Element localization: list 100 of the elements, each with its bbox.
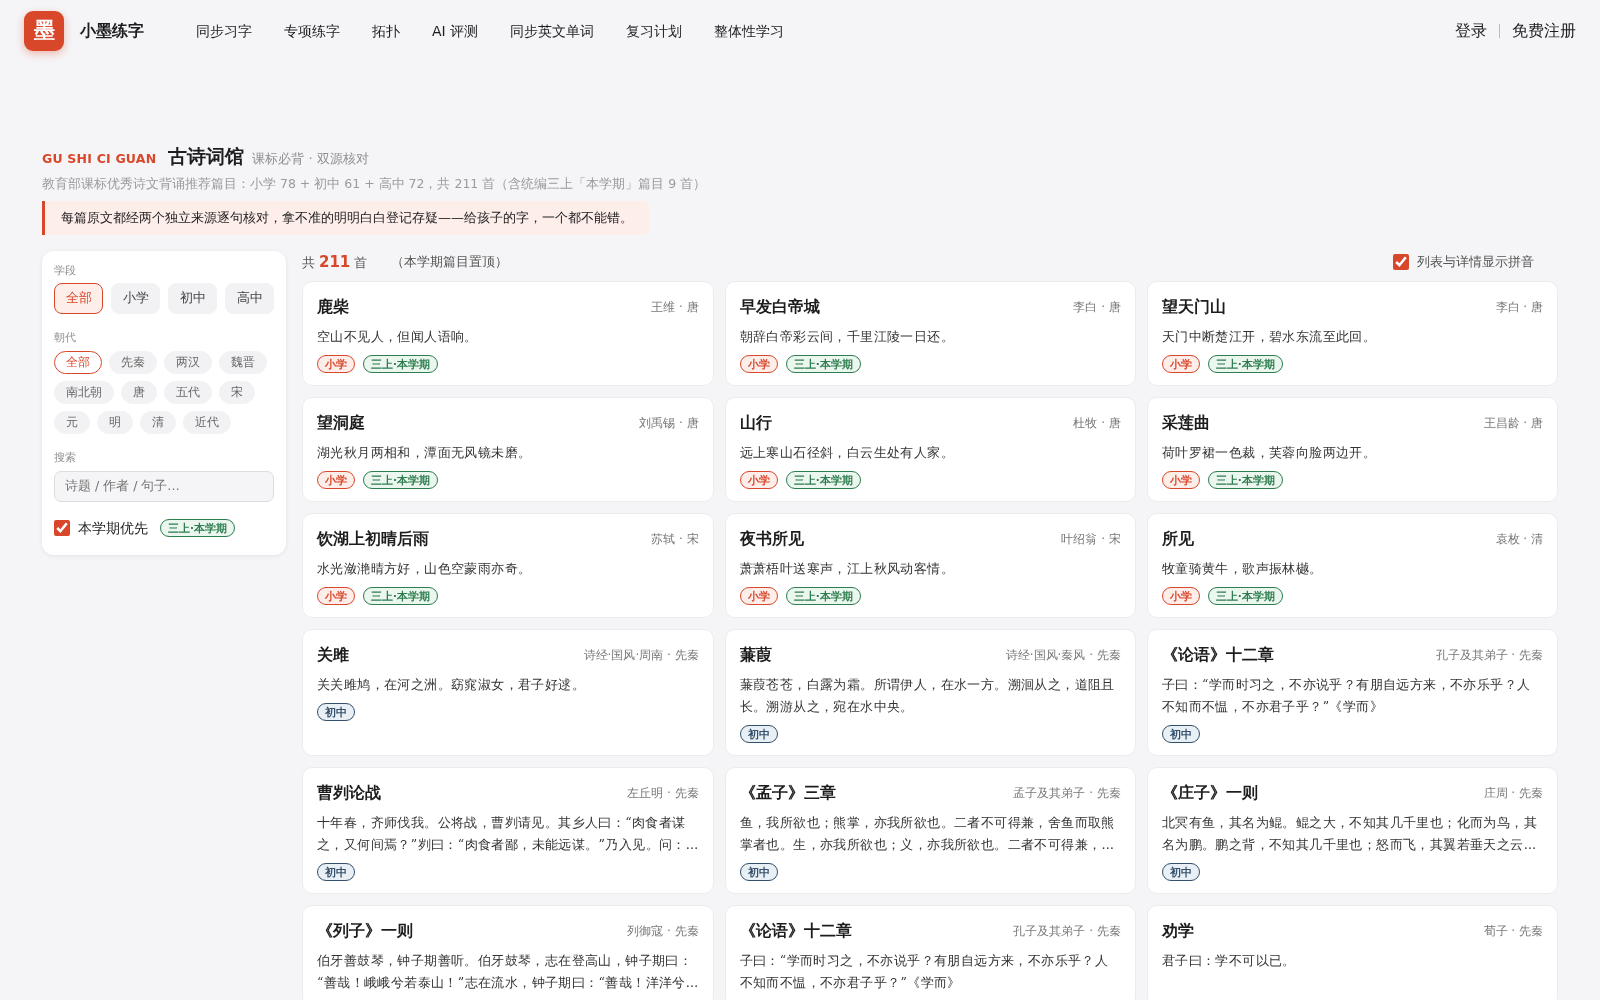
nav-link[interactable]: 复习计划	[626, 20, 683, 42]
poem-title: 《列子》一则	[317, 920, 413, 943]
poem-title: 饮湖上初晴后雨	[317, 528, 429, 551]
grade-tag: 小学	[317, 587, 355, 606]
section-code: GU SHI CI GUAN	[42, 150, 157, 168]
term-tag: 三上·本学期	[785, 471, 861, 490]
poem-card[interactable]: 蒹葭 诗经·国风·秦风 · 先秦 蒹葭苍苍，白露为霜。所谓伊人，在水一方。溯洄从之，道阻且 长。溯游从之，宛在水中央。 初中	[724, 629, 1136, 757]
poem-card[interactable]: 关雎 诗经·国风·周南 · 先秦 关关雎鸠，在河之洲。窈窕淑女，君子好逑。 初中	[302, 629, 714, 757]
poem-line: 鱼，我所欲也；熊掌，亦我所欲也。二者不可得兼，舍鱼而取熊	[739, 814, 1116, 833]
poem-line: 掌者也。生，亦我所欲也；义，亦我所欲也。二者不可得兼，…	[739, 836, 1116, 855]
poem-card[interactable]: 早发白帝城 李白 · 唐 朝辞白帝彩云间，千里江陵一日还。 小学 三上·本学期	[724, 281, 1136, 387]
term-tag: 三上·本学期	[363, 587, 438, 606]
poem-card[interactable]: 饮湖上初晴后雨 苏轼 · 宋 水光潋滟晴方好，山色空蒙雨亦奇。 小学 三上·本学期	[302, 513, 714, 619]
poem-card[interactable]: 《孟子》三章 孟子及其弟子 · 先秦 鱼，我所欲也；熊掌，亦我所欲也。二者不可得兼，舍鱼而取熊 掌者也。生，亦我所欲也；义，亦我所欲也。二者不可得兼，… 初中	[724, 767, 1136, 895]
poem-title: 山行	[739, 412, 772, 435]
poem-author: 左丘明 · 先秦	[627, 785, 699, 803]
register-link[interactable]: 免费注册	[1512, 19, 1576, 43]
poem-card[interactable]: 鹿柴 王维 · 唐 空山不见人，但闻人语响。 小学 三上·本学期	[302, 281, 714, 387]
poem-title: 《论语》十二章	[739, 920, 852, 943]
dynasty-chip[interactable]: 两汉	[164, 350, 212, 374]
grade-tag: 小学	[317, 355, 355, 374]
poem-card[interactable]: 夜书所见 叶绍翁 · 宋 萧萧梧叶送寒声，江上秋风动客情。 小学 三上·本学期	[724, 513, 1136, 619]
poem-author: 诗经·国风·周南 · 先秦	[583, 647, 699, 665]
nav-link[interactable]: 同步习字	[196, 20, 252, 42]
term-tag: 三上·本学期	[785, 355, 861, 374]
poem-line: 牧童骑黄牛，歌声振林樾。	[1161, 560, 1324, 579]
grade-tag: 小学	[317, 471, 355, 490]
poem-card[interactable]: 《列子》一则 列御寇 · 先秦 伯牙善鼓琴，钟子期善听。伯牙鼓琴，志在登高山，钟子期曰： “善哉！峨峨兮若泰山！”志在流水，钟子期曰：“善哉！洋洋兮…	[302, 905, 714, 1000]
checkbox[interactable]	[54, 520, 70, 536]
poem-author: 杜牧 · 唐	[1073, 415, 1121, 433]
stage-button[interactable]: 全部	[54, 283, 103, 314]
nav-link[interactable]: 专项练字	[284, 20, 340, 42]
poem-author: 叶绍翁 · 宋	[1061, 531, 1121, 549]
checkbox-label: 列表与详情显示拼音	[1417, 252, 1534, 271]
poem-card[interactable]: 所见 袁枚 · 清 牧童骑黄牛，歌声振林樾。 小学 三上·本学期	[1146, 513, 1558, 619]
poem-title: 采莲曲	[1161, 412, 1210, 435]
poem-card[interactable]: 望天门山 李白 · 唐 天门中断楚江开，碧水东流至此回。 小学 三上·本学期	[1146, 281, 1558, 387]
poem-line: 关关雎鸠，在河之洲。窈窕淑女，君子好逑。	[317, 676, 586, 695]
poem-count: 共 211 首	[302, 251, 368, 273]
filter-label: 搜索	[54, 450, 77, 467]
poem-title: 《庄子》一则	[1161, 782, 1258, 805]
logo-icon[interactable]: 墨	[24, 11, 64, 51]
poem-title: 鹿柴	[317, 296, 349, 319]
nav-link[interactable]: 同步英文单词	[510, 20, 595, 42]
page-tagline: 课标必背 · 双源核对	[252, 150, 369, 168]
dynasty-chip[interactable]: 南北朝	[54, 380, 114, 404]
nav-link[interactable]: 整体性学习	[714, 20, 785, 42]
term-tag: 三上·本学期	[160, 519, 235, 537]
poem-line: 伯牙善鼓琴，钟子期善听。伯牙鼓琴，志在登高山，钟子期曰：	[317, 952, 694, 971]
brand-name[interactable]: 小墨练字	[80, 19, 144, 43]
poem-card[interactable]: 望洞庭 刘禹锡 · 唐 湖光秋月两相和，潭面无风镜未磨。 小学 三上·本学期	[302, 397, 714, 503]
poem-card[interactable]: 《庄子》一则 庄周 · 先秦 北冥有鱼，其名为鲲。鲲之大，不知其几千里也；化而为鸟，其 名为鹏。鹏之背，不知其几千里也；怒而飞，其翼若垂天之云… 初中	[1146, 767, 1558, 895]
nav-link[interactable]: AI 评测	[432, 20, 479, 42]
checkbox-label: 本学期优先	[78, 518, 148, 538]
poem-card[interactable]: 劝学 荀子 · 先秦 君子曰：学不可以已。	[1146, 905, 1558, 1000]
poem-author: 苏轼 · 宋	[651, 531, 699, 549]
dynasty-chip[interactable]: 宋	[219, 380, 255, 404]
dynasty-chip[interactable]: 清	[140, 411, 176, 435]
grade-tag: 小学	[1161, 355, 1200, 374]
poem-title: 夜书所见	[739, 528, 804, 551]
poem-line: 远上寒山石径斜，白云生处有人家。	[739, 444, 956, 463]
poem-line: 天门中断楚江开，碧水东流至此回。	[1161, 328, 1378, 347]
poem-author: 庄周 · 先秦	[1483, 785, 1543, 803]
poem-card[interactable]: 曹刿论战 左丘明 · 先秦 十年春，齐师伐我。公将战，曹刿请见。其乡人曰：“肉食者谋 之，又何间焉？”刿曰：“肉食者鄙，未能远谋。”乃入见。问：… 初中	[302, 767, 714, 895]
checkbox[interactable]	[1393, 254, 1409, 270]
dynasty-chip[interactable]: 明	[97, 411, 133, 435]
poem-title: 望天门山	[1161, 296, 1226, 319]
stage-button[interactable]: 小学	[111, 283, 160, 314]
sort-note: （本学期篇目置顶）	[391, 252, 509, 271]
poem-title: 望洞庭	[317, 412, 365, 435]
poem-line: “善哉！峨峨兮若泰山！”志在流水，钟子期曰：“善哉！洋洋兮…	[317, 974, 699, 993]
dynasty-chip[interactable]: 唐	[121, 380, 157, 404]
dynasty-chip[interactable]: 全部	[54, 350, 102, 374]
poem-card[interactable]: 《论语》十二章 孔子及其弟子 · 先秦 子曰：“学而时习之，不亦说乎？有朋自远方来，不亦乐乎？人 不知而不愠，不亦君子乎？”《学而》	[724, 905, 1136, 1000]
term-tag: 三上·本学期	[1207, 471, 1283, 490]
dynasty-chip[interactable]: 近代	[183, 411, 231, 435]
dynasty-chip[interactable]: 元	[54, 411, 90, 435]
poem-line: 水光潋滟晴方好，山色空蒙雨亦奇。	[317, 560, 533, 579]
poem-title: 劝学	[1161, 920, 1194, 943]
grade-tag: 小学	[739, 587, 778, 606]
dynasty-chip[interactable]: 先秦	[109, 350, 157, 374]
poem-title: 所见	[1161, 528, 1194, 551]
poem-author: 诗经·国风·秦风 · 先秦	[1005, 647, 1121, 665]
poem-author: 袁枚 · 清	[1495, 531, 1543, 549]
poem-line: 长。溯游从之，宛在水中央。	[739, 698, 915, 717]
poem-author: 孔子及其弟子 · 先秦	[1013, 923, 1121, 941]
nav-link[interactable]: 拓扑	[372, 20, 400, 42]
term-tag: 三上·本学期	[363, 355, 438, 374]
poem-card[interactable]: 《论语》十二章 孔子及其弟子 · 先秦 子曰：“学而时习之，不亦说乎？有朋自远方来，不亦乐乎？人 不知而不愠，不亦君子乎？”《学而》 初中	[1146, 629, 1558, 757]
stage-button[interactable]: 高中	[225, 283, 274, 314]
search-field[interactable]: 诗题 / 作者 / 句子…	[54, 470, 274, 502]
poem-author: 孔子及其弟子 · 先秦	[1435, 647, 1543, 665]
poem-card[interactable]: 采莲曲 王昌龄 · 唐 荷叶罗裙一色裁，芙蓉向脸两边开。 小学 三上·本学期	[1146, 397, 1558, 503]
dynasty-chip[interactable]: 魏晋	[219, 350, 267, 374]
poem-author: 王昌龄 · 唐	[1483, 415, 1543, 433]
login-link[interactable]: 登录	[1455, 19, 1487, 43]
poem-line: 北冥有鱼，其名为鲲。鲲之大，不知其几千里也；化而为鸟，其	[1161, 814, 1539, 833]
dynasty-chip[interactable]: 五代	[164, 380, 212, 404]
poem-card[interactable]: 山行 杜牧 · 唐 远上寒山石径斜，白云生处有人家。 小学 三上·本学期	[724, 397, 1136, 503]
stage-button[interactable]: 初中	[168, 283, 217, 314]
